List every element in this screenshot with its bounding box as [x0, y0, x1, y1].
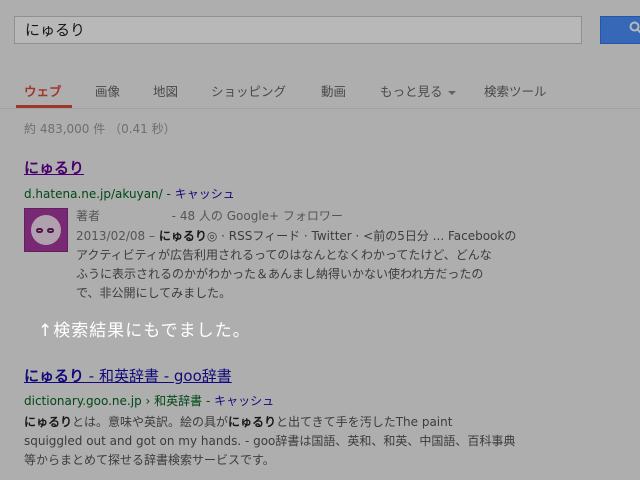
search-button[interactable] — [600, 16, 640, 44]
search-tabs: ウェブ 画像 地図 ショッピング 動画 もっと見る 検索ツール — [0, 64, 640, 109]
top-bar: にゅるり — [0, 0, 640, 65]
result-1-title-link[interactable]: にゅるり — [24, 157, 84, 178]
search-icon — [629, 21, 640, 39]
handwritten-annotation: ↑検索結果にもでました。 — [38, 321, 251, 341]
snippet-text: ◎ · RSSフィード · Twitter · <前の5日分 ... Faceb… — [206, 229, 517, 243]
snippet-bold: にゅるり — [24, 415, 73, 429]
tab-more[interactable]: もっと見る — [380, 81, 456, 100]
avatar-face-icon — [31, 215, 61, 245]
search-input[interactable]: にゅるり — [14, 16, 582, 44]
author-avatar[interactable] — [24, 208, 68, 252]
tab-shopping[interactable]: ショッピング — [211, 81, 286, 100]
result-2-title-bold: にゅるり — [24, 367, 85, 385]
breadcrumb-separator: › — [145, 394, 151, 408]
snippet-line: 等からまとめて探せる辞書検索サービスです。 — [24, 453, 275, 467]
result-1-url: d.hatena.ne.jp/akuyan/ — [24, 187, 163, 201]
snippet-line: で、非公開にしてみました。 — [76, 286, 232, 300]
tab-videos[interactable]: 動画 — [321, 81, 346, 100]
result-1-cache-link[interactable]: キャッシュ — [175, 187, 235, 201]
chevron-down-icon — [447, 90, 456, 95]
result-2-url-line: dictionary.goo.ne.jp › 和英辞書 - キャッシュ — [24, 392, 274, 409]
result-stats: 約 483,000 件 （0.41 秒） — [24, 122, 176, 136]
result-2-cache-link[interactable]: キャッシュ — [214, 394, 274, 408]
snippet-line: ふうに表示されるのかがわかった＆あんまし納得いかない使われ方だったの — [76, 267, 484, 281]
snippet-line: 2013/02/08 – にゅるり◎ · RSSフィード · Twitter ·… — [76, 227, 546, 246]
snippet-text: とは。意味や英訳。絵の具が — [72, 415, 229, 429]
active-tab-indicator — [16, 105, 72, 108]
author-label: 著者 — [76, 209, 101, 223]
result-1-snippet: 2013/02/08 – にゅるり◎ · RSSフィード · Twitter ·… — [76, 227, 546, 303]
snippet-bold: にゅるり — [158, 229, 207, 243]
result-2-url: dictionary.goo.ne.jp — [24, 394, 142, 408]
avatar-eye-icon — [36, 228, 43, 233]
result-2-breadcrumb: 和英辞書 — [154, 394, 203, 408]
tab-more-label: もっと見る — [380, 84, 443, 99]
result-2-snippet: にゅるりとは。意味や英訳。絵の具がにゅるりと出てきて手を汚したThe paint… — [24, 413, 584, 470]
tab-maps[interactable]: 地図 — [153, 81, 178, 100]
tab-images[interactable]: 画像 — [95, 81, 120, 100]
result-2-separator: - — [206, 394, 211, 408]
snippet-bold: にゅるり — [228, 415, 277, 429]
result-2-title-link[interactable]: にゅるり - 和英辞書 - goo辞書 — [24, 365, 232, 386]
result-1-url-line: d.hatena.ne.jp/akuyan/ - キャッシュ — [24, 185, 235, 202]
search-results-page: にゅるり ウェブ 画像 地図 ショッピング 動画 もっと見る 検索ツール 約 4… — [0, 0, 640, 480]
snippet-line: アクティビティが広告利用されるってのはなんとなくわかってたけど、どんな — [76, 248, 492, 262]
author-line: 著者 - 48 人の Google+ フォロワー — [76, 207, 343, 224]
snippet-line: squiggled out and got on my hands. - goo… — [24, 434, 516, 448]
tab-web[interactable]: ウェブ — [24, 81, 62, 100]
snippet-line: にゅるりとは。意味や英訳。絵の具がにゅるりと出てきて手を汚したThe paint — [24, 413, 584, 432]
result-2-title-rest: - 和英辞書 - goo辞書 — [84, 367, 232, 385]
result-1-date: 2013/02/08 – — [76, 229, 155, 243]
avatar-eye-icon — [47, 228, 54, 233]
snippet-text: と出てきて手を汚したThe paint — [276, 415, 453, 429]
tab-search-tools[interactable]: 検索ツール — [484, 81, 547, 100]
result-1-separator: - — [166, 187, 171, 201]
author-followers[interactable]: - 48 人の Google+ フォロワー — [172, 209, 343, 223]
